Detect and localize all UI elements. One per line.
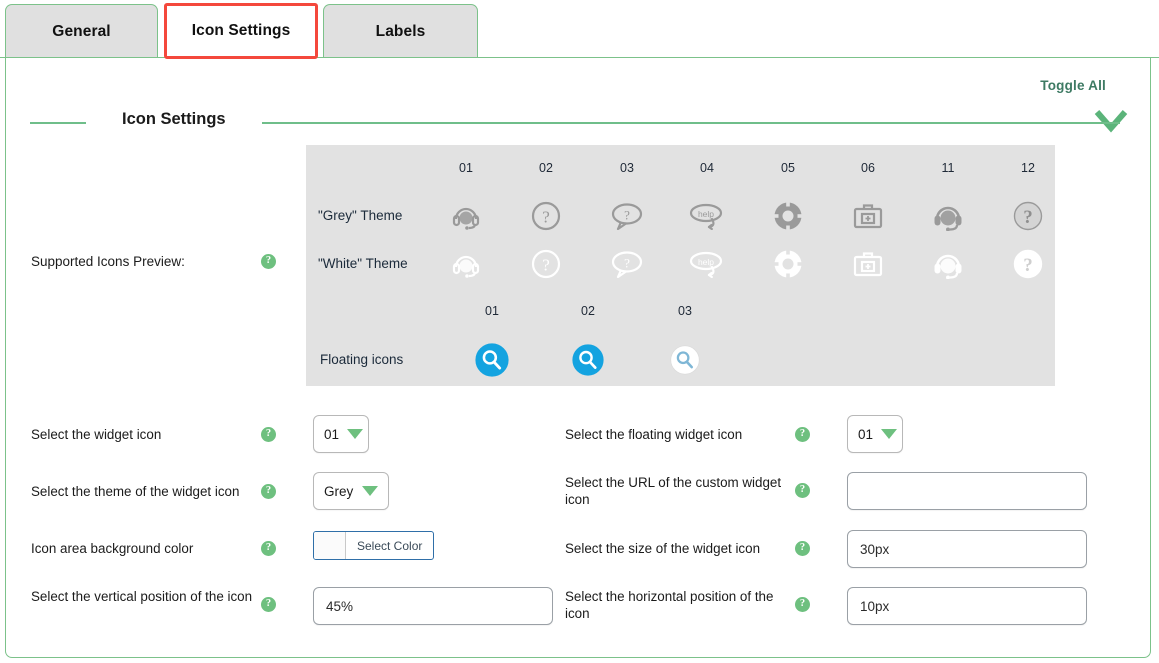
preview-row-label: "White" Theme [318,256,408,271]
question-bubble-icon: ? [607,244,647,284]
select-color-label: Select Color [357,538,423,553]
svg-text:?: ? [1023,255,1033,276]
question-help-icon[interactable]: ? [795,483,810,498]
headset-icon [446,196,486,236]
label-custom-icon-url: Select the URL of the custom widget icon [565,475,782,507]
svg-text:?: ? [542,256,550,275]
floating-icons-row-label: Floating icons [320,352,404,367]
label-horizontal-position: Select the horizontal position of the ic… [565,589,774,621]
svg-text:help: help [698,209,714,219]
toggle-all-button[interactable]: Toggle All [1040,78,1106,93]
widget-icon-value: 01 [324,426,340,442]
svg-text:?: ? [542,208,550,227]
tab-icon-settings[interactable]: Icon Settings [164,3,318,59]
svg-text:?: ? [624,256,630,271]
widget-icon-size-field[interactable] [847,530,1087,568]
first-aid-kit-icon [848,196,888,236]
question-bubble-icon: ? [607,196,647,236]
preview-column-header: 01 [459,161,473,175]
custom-icon-url-field[interactable] [847,472,1087,510]
section-rule-right [262,122,1120,124]
help-bubble-icon: help [687,196,727,236]
vertical-position-input[interactable] [326,598,540,614]
chevron-down-icon [881,429,898,439]
question-help-icon[interactable]: ? [261,484,276,499]
question-help-icon[interactable]: ? [795,541,810,556]
tab-labels[interactable]: Labels [323,4,478,58]
question-help-icon[interactable]: ? [261,427,276,442]
svg-text:?: ? [1023,207,1033,228]
widget-icon-theme-value: Grey [324,483,354,499]
color-swatch [314,532,346,559]
section-title: Icon Settings [122,110,226,128]
life-ring-icon [768,244,808,284]
label-floating-widget-icon: Select the floating widget icon [565,427,743,442]
custom-icon-url-input[interactable] [860,483,1074,499]
tab-labels-label: Labels [375,22,426,40]
question-circle-filled-icon: ? [1008,196,1048,236]
label-widget-icon-theme: Select the theme of the widget icon [31,484,240,499]
label-vertical-position: Select the vertical position of the icon [31,589,253,604]
preview-column-header: 03 [620,161,634,175]
headset-icon [446,244,486,284]
supported-icons-preview-text: Supported Icons Preview: [31,254,185,269]
preview-column-header: 05 [781,161,795,175]
preview-row-label: "Grey" Theme [318,208,403,223]
first-aid-kit-icon [848,244,888,284]
preview-column-header: 11 [941,161,955,175]
preview-column-header: 12 [1021,161,1035,175]
floating-widget-icon-value: 01 [858,426,874,442]
supported-icons-preview-label: Supported Icons Preview: ? [31,254,296,269]
question-circle-icon: ? [526,244,566,284]
svg-text:help: help [698,257,714,267]
magnifier-blue-filled-icon[interactable] [472,340,512,380]
label-select-widget-icon: Select the widget icon [31,427,162,442]
chevron-down-icon [347,429,364,439]
tab-icon-settings-label: Icon Settings [191,22,291,39]
vertical-position-field[interactable] [313,587,553,625]
question-help-icon[interactable]: ? [261,541,276,556]
question-circle-filled-icon: ? [1008,244,1048,284]
preview-column-header: 06 [861,161,875,175]
question-help-icon[interactable]: ? [261,597,276,612]
tab-general[interactable]: General [5,4,158,58]
widget-icon-dropdown[interactable]: 01 [313,415,369,453]
floating-widget-icon-dropdown[interactable]: 01 [847,415,903,453]
section-header: Icon Settings [30,110,1120,138]
select-color-button[interactable]: Select Color [313,531,435,560]
chevron-down-icon [362,486,378,496]
horizontal-position-field[interactable] [847,587,1087,625]
magnifier-white-icon[interactable] [665,340,705,380]
headset-filled-icon [928,244,968,284]
widget-icon-theme-dropdown[interactable]: Grey [313,472,389,510]
label-icon-area-bg-color: Icon area background color [31,541,194,556]
floating-column-header: 03 [678,304,692,318]
headset-filled-icon [928,196,968,236]
life-ring-icon [768,196,808,236]
section-rule-left [30,122,86,124]
supported-icons-preview-panel: 01 02 03 04 05 06 11 12 "Grey" Theme "White" Them… [306,145,1055,386]
tab-general-label: General [52,22,111,40]
question-help-icon[interactable]: ? [261,254,276,269]
svg-text:?: ? [624,208,630,223]
floating-column-header: 02 [581,304,595,318]
widget-icon-size-input[interactable] [860,541,1074,557]
question-help-icon[interactable]: ? [795,427,810,442]
floating-column-header: 01 [485,304,499,318]
help-bubble-icon: help [687,244,727,284]
magnifier-blue-filled-icon[interactable] [568,340,608,380]
preview-column-header: 02 [539,161,553,175]
label-widget-icon-size: Select the size of the widget icon [565,541,761,556]
preview-column-header: 04 [700,161,714,175]
question-help-icon[interactable]: ? [795,597,810,612]
horizontal-position-input[interactable] [860,598,1074,614]
icon-settings-page: General Icon Settings Labels Toggle All … [0,0,1159,663]
tab-bar: General Icon Settings Labels [0,0,1159,59]
question-circle-icon: ? [526,196,566,236]
